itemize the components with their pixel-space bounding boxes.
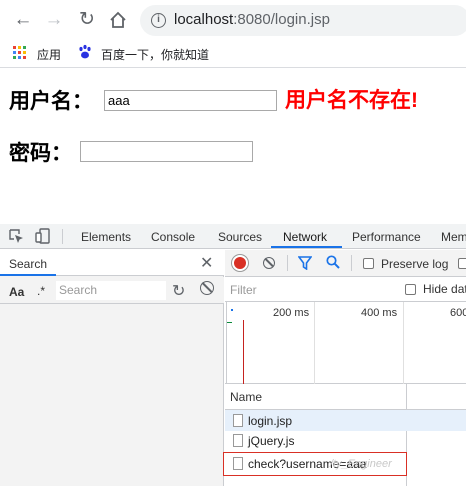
inspect-element-icon[interactable]	[9, 229, 24, 244]
clear-icon[interactable]	[200, 281, 214, 295]
overview-request-bar	[227, 322, 232, 323]
tab-console[interactable]: Console	[151, 230, 195, 244]
forward-arrow-icon[interactable]: →	[43, 9, 65, 31]
overview-tick-label: 600	[450, 307, 466, 319]
regex-toggle[interactable]: .*	[37, 284, 45, 298]
clear-log-icon[interactable]	[263, 257, 275, 269]
document-icon	[233, 414, 243, 427]
filter-input[interactable]: Filter	[227, 280, 392, 300]
toolbar-divider	[287, 255, 288, 271]
active-tab-indicator	[271, 246, 342, 248]
network-overview	[225, 302, 466, 384]
password-input[interactable]	[80, 141, 253, 162]
password-label: 密码：	[9, 142, 72, 165]
overview-tick-label: 400 ms	[361, 307, 398, 319]
bookmark-baidu[interactable]: 百度一下，你就知道	[101, 46, 209, 63]
url-path: :8080/login.jsp	[233, 11, 330, 28]
hide-data-urls-checkbox[interactable]	[405, 284, 416, 295]
close-icon[interactable]: ✕	[200, 253, 213, 273]
search-tab[interactable]: Search	[9, 257, 47, 271]
bookmarks-bar	[0, 40, 466, 68]
hide-data-urls-label: Hide dat	[423, 282, 466, 296]
load-event-marker	[243, 320, 244, 384]
watermark: /ty_Engineer	[330, 458, 392, 470]
tab-sources[interactable]: Sources	[218, 230, 262, 244]
preserve-log-label: Preserve log	[381, 257, 449, 271]
overview-request-bar	[231, 309, 233, 311]
script-icon	[233, 434, 243, 447]
tab-elements[interactable]: Elements	[81, 230, 131, 244]
tab-divider	[62, 229, 63, 244]
filter-icon[interactable]	[297, 256, 313, 271]
error-message: 用户名不存在!	[285, 89, 418, 112]
tab-network[interactable]: Network	[283, 230, 327, 244]
disable-cache-checkbox[interactable]	[458, 258, 466, 269]
search-icon[interactable]	[326, 255, 340, 269]
tab-memory[interactable]: Mem	[441, 230, 466, 244]
record-button[interactable]	[234, 257, 246, 269]
search-tab-indicator	[0, 274, 56, 276]
url-text[interactable]: localhost:8080/login.jsp	[174, 11, 330, 28]
url-host: localhost	[174, 11, 234, 28]
username-input[interactable]: aaa	[104, 90, 277, 111]
refresh-icon[interactable]: ↻	[172, 281, 185, 301]
overview-grid-line	[226, 302, 227, 384]
info-icon[interactable]: i	[151, 13, 166, 28]
preserve-log-checkbox[interactable]	[363, 258, 374, 269]
tab-performance[interactable]: Performance	[352, 230, 421, 244]
back-arrow-icon[interactable]: ←	[12, 9, 34, 31]
overview-grid-line	[314, 302, 315, 384]
username-label: 用户名：	[9, 90, 93, 113]
overview-tick-label: 200 ms	[273, 307, 310, 319]
overview-grid-line	[403, 302, 404, 384]
search-input[interactable]: Search	[56, 281, 166, 300]
match-case-toggle[interactable]: Aa	[9, 285, 24, 299]
device-toolbar-icon[interactable]	[35, 228, 51, 244]
request-name: jQuery.js	[248, 434, 295, 448]
toolbar-divider	[351, 255, 352, 271]
request-name: login.jsp	[248, 414, 293, 428]
baidu-paw-icon	[77, 44, 93, 60]
bookmark-apps[interactable]: 应用	[37, 46, 61, 63]
apps-grid-icon[interactable]	[13, 46, 26, 59]
home-icon[interactable]	[108, 10, 128, 30]
name-header-label: Name	[230, 390, 263, 404]
reload-icon[interactable]: ↻	[76, 9, 98, 31]
